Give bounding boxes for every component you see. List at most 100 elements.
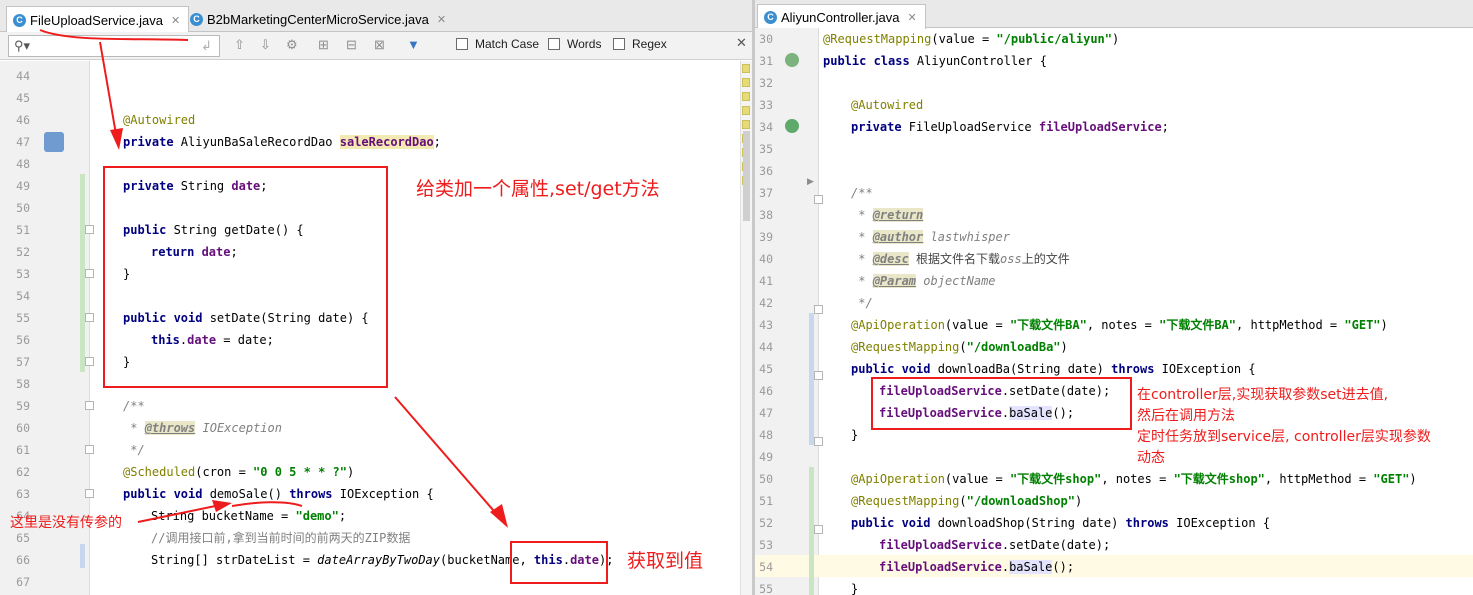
match-case-checkbox[interactable]: Match Case: [456, 37, 539, 51]
tab-file-upload-service[interactable]: C FileUploadService.java ✕: [6, 6, 190, 33]
comment-token: *: [123, 421, 145, 435]
find-bar: ⚲▾ ↲ ⇧ ⇩ ⚙ ⊞ ⊟ ⊠ ▼ Match Case Words Rege…: [0, 32, 752, 60]
comment-token: 根据文件名下载: [908, 252, 1001, 266]
code-line-34: private FileUploadService fileUploadServ…: [755, 116, 1473, 138]
right-tab-bar: C AliyunController.java ✕: [755, 0, 1473, 29]
comment-token: IOException: [195, 421, 282, 435]
annotation-token: @RequestMapping: [851, 494, 960, 508]
code-token: , notes =: [1086, 318, 1160, 332]
code-line-47: private AliyunBaSaleRecordDao saleRecord…: [0, 131, 752, 153]
line-number: 67: [16, 575, 30, 589]
search-icon[interactable]: ⚲▾: [14, 39, 30, 53]
line-number-row: 32: [755, 72, 1473, 94]
add-occurrence-icon[interactable]: ⊞: [318, 38, 329, 52]
regex-checkbox[interactable]: Regex: [613, 37, 667, 51]
highlight-box-this-date: [510, 541, 608, 584]
line-number: 50: [16, 201, 30, 215]
warning-marker[interactable]: [742, 106, 750, 115]
left-editor-pane: C FileUploadService.java ✕ C B2bMarketin…: [0, 0, 752, 595]
tab-b2b-marketing-center-micro-service[interactable]: C B2bMarketingCenterMicroService.java ✕: [184, 6, 454, 32]
method-token: downloadBa(String date): [937, 362, 1112, 376]
line-number: 58: [16, 377, 30, 391]
highlight-box-field: [103, 166, 388, 388]
warning-marker[interactable]: [742, 64, 750, 73]
right-code-editor[interactable]: ▶ 30 31 32 33 34 35 36 37 38 39 40 41 42 43 44 45 46 47 48…: [755, 28, 1473, 595]
field-token: fileUploadService: [1038, 120, 1162, 134]
method-token: downloadShop(String date): [937, 516, 1126, 530]
string-token: "0 0 5 * * ?": [253, 465, 347, 479]
punct-token: ): [346, 465, 355, 479]
string-token: "GET": [1344, 318, 1381, 332]
code-token: String[] strDateList =: [151, 553, 318, 567]
close-icon[interactable]: ✕: [171, 14, 180, 27]
annotation-token: @Autowired: [851, 98, 924, 112]
punct-token: ): [1060, 340, 1068, 354]
code-token: , httpMethod =: [1236, 318, 1345, 332]
punct-token: ;: [1161, 120, 1169, 134]
remove-occurrence-icon[interactable]: ⊟: [346, 38, 357, 52]
warning-marker[interactable]: [742, 120, 750, 129]
words-checkbox[interactable]: Words: [548, 37, 601, 51]
javadoc-tag: @throws: [144, 421, 196, 435]
class-file-icon: C: [190, 12, 203, 26]
find-in-path-icon[interactable]: ⚙: [286, 38, 298, 52]
string-token: "下载文件shop": [1009, 472, 1102, 486]
comment-token: objectName: [916, 274, 996, 288]
left-tab-bar: C FileUploadService.java ✕ C B2bMarketin…: [0, 0, 752, 33]
code-token: , notes =: [1101, 472, 1174, 486]
close-icon[interactable]: ✕: [437, 13, 446, 26]
search-field[interactable]: ⚲▾ ↲: [8, 35, 220, 57]
code-text: @ApiOperation(value = "下载文件BA", notes = …: [851, 314, 1388, 336]
string-token: "/downloadShop": [966, 494, 1075, 508]
tab-aliyun-controller[interactable]: C AliyunController.java ✕: [757, 4, 926, 29]
string-token: "下载文件shop": [1173, 472, 1265, 486]
code-text: }: [851, 582, 859, 595]
code-text: }: [851, 428, 859, 442]
class-file-icon: C: [764, 10, 777, 24]
code-text: private FileUploadService fileUploadServ…: [851, 116, 1169, 138]
type-token: FileUploadService: [908, 120, 1039, 134]
comment-text: * @author lastwhisper: [851, 226, 1010, 248]
scroll-thumb[interactable]: [743, 131, 750, 221]
checkbox-box[interactable]: [548, 38, 560, 50]
left-error-stripe[interactable]: [740, 61, 752, 595]
note-controller-line3: 定时任务放到service层, controller层实现参数: [1137, 429, 1431, 445]
checkbox-box[interactable]: [456, 38, 468, 50]
code-line-37: /**: [755, 182, 1473, 204]
line-number: 49: [759, 450, 773, 464]
code-line-53: fileUploadService.setDate(date);: [755, 534, 1473, 556]
code-token: .setDate(date);: [1001, 538, 1111, 552]
keyword-token: public void: [851, 362, 938, 376]
type-token: AliyunController {: [916, 54, 1047, 68]
punct-token: (: [959, 340, 967, 354]
checkbox-box[interactable]: [613, 38, 625, 50]
keyword-token: throws: [1111, 362, 1162, 376]
javadoc-tag: @desc: [872, 252, 909, 266]
next-occurrence-icon[interactable]: ⇩: [260, 38, 271, 52]
code-line-33: @Autowired: [755, 94, 1473, 116]
code-line-44: @RequestMapping("/downloadBa"): [755, 336, 1473, 358]
code-text: fileUploadService.setDate(date);: [879, 534, 1110, 556]
field-token: fileUploadService: [879, 538, 1002, 552]
comment-token: /**: [123, 399, 145, 413]
comment-text: * @throws IOException: [123, 417, 282, 439]
method-token: baSale: [1009, 560, 1053, 574]
code-line-40: * @desc 根据文件名下载oss上的文件: [755, 248, 1473, 270]
filter-icon[interactable]: ▼: [407, 38, 420, 52]
string-token: "/downloadBa": [966, 340, 1061, 354]
punct-token: ;: [433, 135, 441, 149]
enter-icon: ↲: [201, 38, 212, 53]
warning-marker[interactable]: [742, 78, 750, 87]
punct-token: ();: [1052, 560, 1075, 574]
warning-marker[interactable]: [742, 92, 750, 101]
annotation-token: @ApiOperation: [851, 318, 945, 332]
search-input[interactable]: [35, 37, 195, 55]
previous-occurrence-icon[interactable]: ⇧: [234, 38, 245, 52]
code-text: @RequestMapping("/downloadShop"): [851, 490, 1082, 512]
tab-label: B2bMarketingCenterMicroService.java: [207, 11, 429, 27]
close-icon[interactable]: ✕: [736, 36, 747, 50]
javadoc-tag: @author: [872, 230, 924, 244]
close-icon[interactable]: ✕: [908, 11, 917, 24]
select-all-occurrences-icon[interactable]: ⊠: [374, 38, 385, 52]
keyword-token: throws: [289, 487, 340, 501]
